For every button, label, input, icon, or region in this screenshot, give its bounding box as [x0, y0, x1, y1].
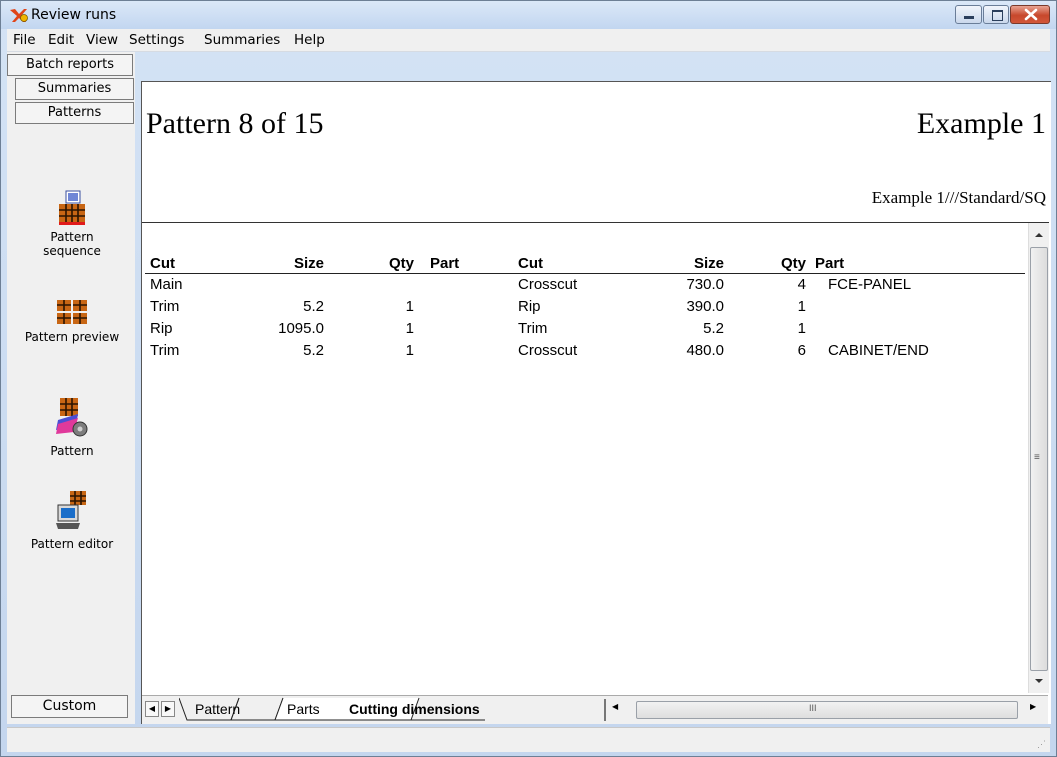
menu-settings[interactable]: Settings: [129, 32, 184, 48]
cell-cut-1: Rip: [150, 320, 173, 337]
horizontal-thumb-grip: III: [809, 703, 817, 713]
cell-qty-1: 1: [405, 342, 414, 359]
pattern-preview-icon: [57, 300, 87, 324]
title-bar: Review runs: [1, 1, 1056, 29]
cell-size-1: 5.2: [303, 342, 324, 359]
tool-pattern-sequence-label-1: Pattern: [50, 230, 94, 244]
cell-size-2: 480.0: [686, 342, 724, 359]
tab-right-arrow-icon: ▶: [164, 704, 172, 713]
patterns-button[interactable]: Patterns: [15, 102, 134, 124]
cell-cut-2: Rip: [518, 298, 541, 315]
tool-pattern-editor[interactable]: Pattern editor: [13, 489, 131, 551]
cutting-dimensions-table: Cut Size Qty Part Cut Size Qty Part Main…: [142, 223, 1027, 693]
window-title: Review runs: [31, 7, 117, 23]
custom-button[interactable]: Custom: [11, 695, 128, 718]
tab-scroll-left-button[interactable]: ◀: [145, 701, 159, 717]
tab-splitter[interactable]: [604, 699, 606, 721]
app-icon: [10, 9, 28, 22]
cell-qty-2: 1: [797, 298, 806, 315]
maximize-button[interactable]: [983, 5, 1009, 24]
col-qty-2: Qty: [780, 255, 806, 272]
pattern-icon: [56, 398, 88, 437]
tab-scroll-right-button[interactable]: ▶: [161, 701, 175, 717]
status-bar: ⋰: [7, 727, 1050, 752]
vertical-scroll-thumb[interactable]: ≡: [1030, 247, 1048, 671]
tab-pattern[interactable]: Pattern: [195, 701, 240, 717]
maximize-icon: [992, 10, 1003, 21]
example-subtitle: Example 1///Standard/SQ: [871, 188, 1046, 207]
col-part-1: Part: [430, 255, 460, 272]
cell-cut-1: Trim: [150, 342, 180, 359]
cell-size-2: 5.2: [703, 320, 724, 337]
review-runs-window: Review runs File Edit View Settings Summ…: [0, 0, 1057, 757]
scroll-left-arrow-icon[interactable]: ◀: [612, 702, 618, 711]
cell-size-1: 5.2: [303, 298, 324, 315]
summaries-button[interactable]: Summaries: [15, 78, 134, 100]
cell-size-2: 730.0: [686, 276, 724, 293]
horizontal-scrollbar[interactable]: ◀ III ▶: [608, 699, 1048, 721]
tab-parts[interactable]: Parts: [287, 701, 320, 717]
resize-grip-icon[interactable]: ⋰: [1037, 739, 1046, 750]
tab-left-arrow-icon: ◀: [148, 704, 156, 713]
tool-pattern-sequence-label-2: sequence: [43, 244, 101, 258]
cell-size-2: 390.0: [686, 298, 724, 315]
tool-pattern-editor-label: Pattern editor: [30, 537, 114, 551]
horizontal-scroll-thumb[interactable]: III: [636, 701, 1018, 719]
close-icon: [1024, 8, 1038, 21]
menu-bar: File Edit View Settings Summaries Help: [7, 29, 1050, 52]
cell-part-2: FCE-PANEL: [828, 276, 912, 293]
table-header-rule: [145, 273, 1025, 274]
tool-pattern[interactable]: Pattern: [13, 396, 131, 458]
scroll-down-arrow-icon[interactable]: [1030, 673, 1048, 689]
pattern-title: Pattern 8 of 15: [146, 107, 324, 140]
cell-part-2: CABINET/END: [828, 342, 929, 359]
cell-cut-2: Crosscut: [518, 342, 578, 359]
menu-file[interactable]: File: [13, 32, 36, 48]
cell-qty-2: 6: [797, 342, 806, 359]
cell-cut-1: Trim: [150, 298, 180, 315]
cell-qty-2: 1: [797, 320, 806, 337]
col-size-1: Size: [293, 255, 324, 272]
example-title: Example 1: [916, 107, 1046, 140]
menu-help[interactable]: Help: [294, 32, 325, 48]
minimize-button[interactable]: [955, 5, 982, 24]
col-part-2: Part: [815, 255, 845, 272]
tool-pattern-preview[interactable]: Pattern preview: [13, 298, 131, 344]
scroll-up-arrow-icon[interactable]: [1030, 227, 1048, 243]
tool-pattern-sequence[interactable]: Pattern sequence: [13, 190, 131, 258]
vertical-thumb-grip: ≡: [1034, 452, 1040, 463]
menu-edit[interactable]: Edit: [48, 32, 74, 48]
minimize-icon: [964, 16, 974, 19]
close-button[interactable]: [1010, 5, 1050, 24]
sheet-tab-bar: ◀ ▶ Pattern Parts Cutting dimensions ◀ I…: [142, 695, 1048, 724]
tool-pattern-label: Pattern: [50, 444, 94, 458]
tool-pattern-preview-label: Pattern preview: [24, 330, 120, 344]
menu-view[interactable]: View: [86, 32, 118, 48]
col-cut-2: Cut: [518, 255, 543, 272]
cell-qty-1: 1: [405, 298, 414, 315]
cell-cut-1: Main: [150, 276, 183, 293]
cell-qty-2: 4: [797, 276, 806, 293]
col-cut-1: Cut: [150, 255, 175, 272]
col-size-2: Size: [693, 255, 724, 272]
pattern-editor-icon: [56, 491, 86, 529]
cell-qty-1: 1: [405, 320, 414, 337]
menu-summaries[interactable]: Summaries: [204, 32, 280, 48]
cell-size-1: 1095.0: [278, 320, 324, 337]
left-navigation-pane: Batch reports Summaries Patterns Pattern…: [7, 52, 135, 724]
vertical-scrollbar[interactable]: ≡: [1028, 223, 1049, 693]
col-qty-1: Qty: [388, 255, 414, 272]
pattern-sequence-icon: [59, 190, 85, 225]
batch-reports-button[interactable]: Batch reports: [7, 54, 133, 76]
tab-cutting-dimensions[interactable]: Cutting dimensions: [349, 701, 480, 717]
scroll-right-arrow-icon[interactable]: ▶: [1030, 702, 1036, 711]
cell-cut-2: Trim: [518, 320, 548, 337]
cell-cut-2: Crosscut: [518, 276, 578, 293]
